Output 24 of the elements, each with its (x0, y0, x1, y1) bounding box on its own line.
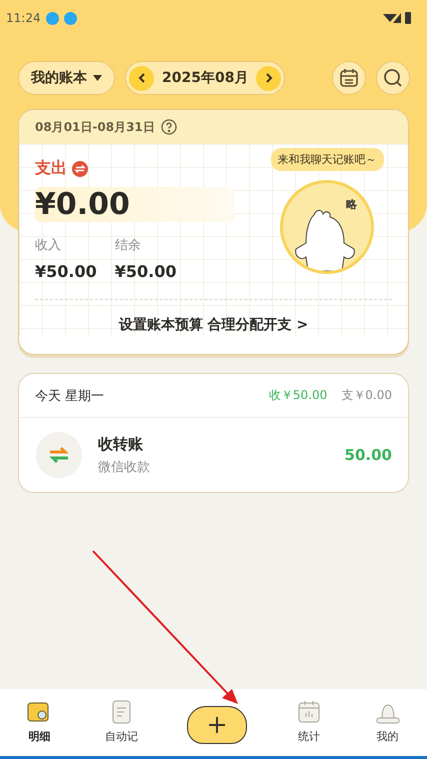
record-title: 收转账 (98, 434, 144, 454)
stat-label: 结余 (114, 237, 142, 254)
tab-item[interactable]: 自动记 (101, 699, 142, 744)
stat-label: 收入 (35, 237, 62, 254)
status-time: 11:24 (6, 11, 41, 25)
tab-item[interactable]: 我的 (370, 699, 405, 744)
day-title: 今天 星期一 (35, 388, 104, 404)
record-note: 微信收款 (98, 458, 151, 476)
expense-label: 支出 (35, 158, 67, 179)
date-range: 08月01日-08月31日 (35, 118, 155, 136)
expense-amount: ¥0.00 (35, 187, 235, 222)
day-income: 收￥50.00 (268, 387, 328, 404)
mascot-caption: 略 (346, 197, 357, 212)
record-amount: 50.00 (344, 446, 392, 464)
tab-item[interactable]: 明细 (22, 699, 56, 744)
month-label: 2025年08月 (162, 69, 248, 87)
day-expense: 支￥0.00 (341, 387, 392, 404)
stat-value: ¥50.00 (35, 262, 97, 281)
speech-bubble[interactable]: 来和我聊天记账吧～ (270, 148, 384, 171)
account-selector[interactable]: 我的账本 (18, 61, 115, 95)
stat-value: ¥50.00 (114, 262, 176, 281)
budget-link[interactable]: 设置账本预算 合理分配开支 > (114, 314, 312, 336)
mascot-avatar[interactable]: 略 (280, 180, 374, 274)
tab-item[interactable]: 统计 (292, 699, 326, 744)
